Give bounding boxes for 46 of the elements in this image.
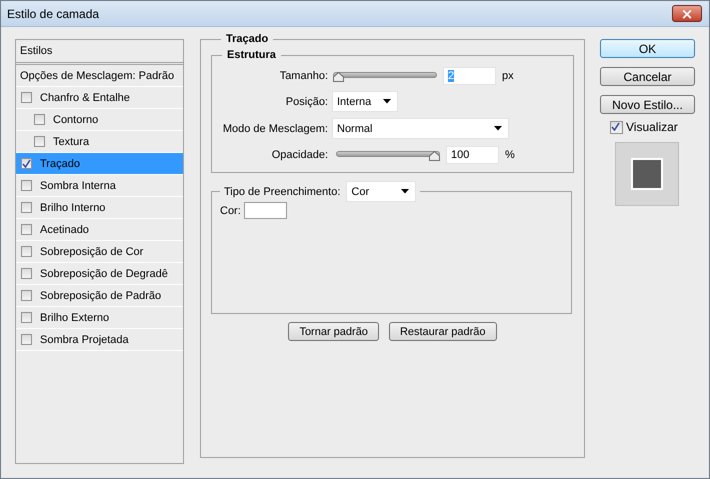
dialog-button[interactable]: Cancelar [600,67,695,86]
style-list-item[interactable]: Brilho Externo [16,307,183,329]
item-label: Contorno [53,114,98,126]
field-label: Modo de Mesclagem: [222,122,328,134]
dropdown[interactable]: Cor [346,181,416,202]
style-list-item[interactable]: Brilho Interno [16,197,183,219]
style-list-item[interactable]: Sombra Interna [16,175,183,197]
item-label: Textura [53,136,90,148]
item-label: Sombra Interna [40,180,116,192]
field-label: Tipo de Preenchimento: [224,186,340,198]
style-list-item[interactable]: Estilos [16,40,183,65]
dialog-button[interactable]: OK [600,39,695,58]
number-field[interactable]: 100 [446,146,499,164]
item-label: Sobreposição de Cor [40,246,144,258]
panel-button[interactable]: Tornar padrão [288,322,379,341]
panel-title: Traçado [225,33,270,45]
item-label: Acetinado [40,224,89,236]
style-list-item[interactable]: Chanfro & Entalhe [16,87,183,109]
item-label: Sobreposição de Degradê [40,268,168,280]
style-list-item[interactable]: Sobreposição de Padrão [16,285,183,307]
style-list-item[interactable]: Opções de Mesclagem: Padrão [16,65,183,87]
style-list-item[interactable]: Acetinado [16,219,183,241]
item-label: Brilho Interno [40,202,106,214]
checkbox-label: Visualizar [626,120,678,134]
item-label: Sombra Projetada [40,334,129,346]
field-label: Opacidade: [270,148,328,160]
field-label: Tamanho: [278,70,328,82]
item-label: Brilho Externo [40,312,110,324]
style-list-item[interactable]: Sobreposição de Cor [16,241,183,263]
dialog-button[interactable]: Novo Estilo... [600,95,695,114]
field-label: Cor: [220,204,241,216]
style-list-item[interactable]: Traçado [16,153,183,175]
unit-label: % [505,148,515,160]
dropdown[interactable]: Interna [332,91,398,112]
item-label: Traçado [40,158,80,170]
dropdown[interactable]: Normal [332,118,509,139]
unit-label: px [502,70,514,82]
style-list-item[interactable]: Sobreposição de Degradê [16,263,183,285]
group-title: Estrutura [226,49,277,61]
window-title: Estilo de camada [7,6,100,20]
style-list-item[interactable]: Contorno [16,109,183,131]
panel-button[interactable]: Restaurar padrão [388,322,497,341]
field-label: Posição: [284,96,328,108]
item-label: Sobreposição de Padrão [40,290,162,302]
style-list-item[interactable]: Sombra Projetada [16,329,183,351]
item-label: Chanfro & Entalhe [40,92,130,104]
